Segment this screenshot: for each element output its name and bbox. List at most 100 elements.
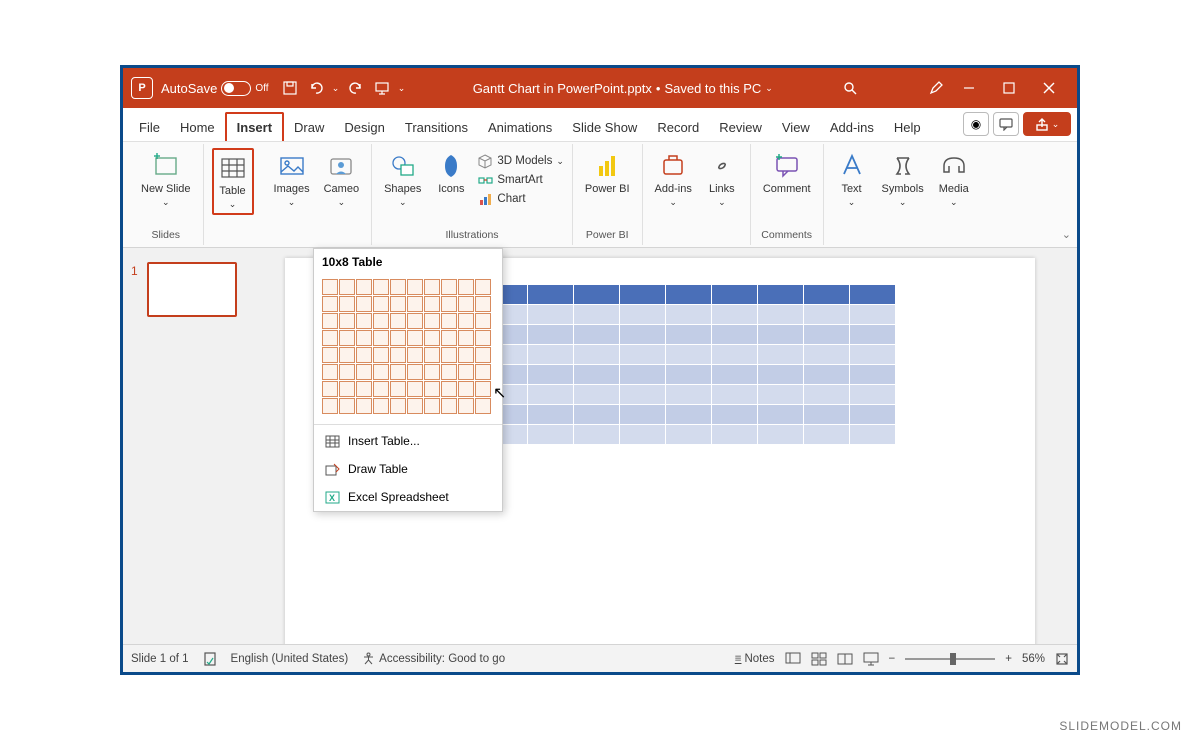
grid-cell[interactable] [458,330,474,346]
grid-cell[interactable] [424,279,440,295]
grid-cell[interactable] [356,330,372,346]
grid-cell[interactable] [356,296,372,312]
proofing-icon[interactable] [203,652,217,666]
grid-cell[interactable] [458,296,474,312]
notes-button[interactable]: ≡Notes [735,653,775,665]
powerbi-button[interactable]: Power BI [581,148,634,198]
grid-cell[interactable] [441,279,457,295]
grid-cell[interactable] [458,398,474,414]
tab-insert[interactable]: Insert [225,112,284,141]
grid-cell[interactable] [424,313,440,329]
grid-cell[interactable] [339,364,355,380]
grid-cell[interactable] [475,296,491,312]
undo-caret-icon[interactable]: ⌄ [329,75,343,101]
tab-transitions[interactable]: Transitions [395,114,478,141]
smartart-button[interactable]: SmartArt [477,171,564,189]
grid-cell[interactable] [424,364,440,380]
grid-cell[interactable] [339,381,355,397]
grid-cell[interactable] [441,330,457,346]
record-indicator-icon[interactable]: ◉ [963,112,989,136]
comments-pane-icon[interactable] [993,112,1019,136]
grid-cell[interactable] [475,381,491,397]
view-slideshow-icon[interactable] [863,652,879,666]
grid-cell[interactable] [356,364,372,380]
new-slide-button[interactable]: New Slide⌄ [137,148,195,211]
view-sorter-icon[interactable] [811,652,827,666]
draw-table-menuitem[interactable]: Draw Table [314,455,502,483]
grid-cell[interactable] [339,279,355,295]
language-indicator[interactable]: English (United States) [231,653,349,665]
tab-view[interactable]: View [772,114,820,141]
share-button[interactable]: ⌄ [1023,112,1071,136]
fit-to-window-icon[interactable] [1055,652,1069,666]
grid-cell[interactable] [458,381,474,397]
grid-cell[interactable] [390,313,406,329]
grid-cell[interactable] [322,313,338,329]
insert-table-menuitem[interactable]: Insert Table... [314,427,502,455]
save-icon[interactable] [277,75,303,101]
grid-cell[interactable] [458,279,474,295]
zoom-slider[interactable] [905,658,995,660]
grid-cell[interactable] [339,296,355,312]
grid-cell[interactable] [424,330,440,346]
grid-cell[interactable] [390,279,406,295]
grid-cell[interactable] [356,313,372,329]
collapse-ribbon-icon[interactable]: ⌄ [1062,228,1071,241]
grid-cell[interactable] [441,296,457,312]
tab-addins[interactable]: Add-ins [820,114,884,141]
grid-cell[interactable] [356,279,372,295]
grid-cell[interactable] [407,347,423,363]
zoom-level[interactable]: 56% [1022,653,1045,665]
grid-cell[interactable] [390,364,406,380]
grid-cell[interactable] [373,381,389,397]
grid-cell[interactable] [407,313,423,329]
chart-button[interactable]: Chart [477,190,564,208]
icons-button[interactable]: Icons [431,148,471,198]
grid-cell[interactable] [475,364,491,380]
grid-cell[interactable] [339,313,355,329]
grid-cell[interactable] [390,381,406,397]
tab-design[interactable]: Design [334,114,394,141]
zoom-out-button[interactable]: − [889,653,896,665]
tab-slideshow[interactable]: Slide Show [562,114,647,141]
grid-cell[interactable] [475,347,491,363]
document-title[interactable]: Gantt Chart in PowerPoint.pptx • Saved t… [409,81,837,96]
grid-cell[interactable] [441,347,457,363]
grid-cell[interactable] [322,296,338,312]
grid-cell[interactable] [407,364,423,380]
slide-thumbnail-1[interactable]: 1 [147,262,237,317]
grid-cell[interactable] [322,347,338,363]
grid-cell[interactable] [373,313,389,329]
slide-thumbnail-pane[interactable]: 1 [123,248,243,644]
grid-cell[interactable] [373,279,389,295]
view-reading-icon[interactable] [837,652,853,666]
grid-cell[interactable] [373,330,389,346]
accessibility-indicator[interactable]: Accessibility: Good to go [362,652,505,665]
grid-cell[interactable] [475,313,491,329]
grid-cell[interactable] [339,398,355,414]
pen-icon[interactable] [923,75,949,101]
addins-button[interactable]: Add-ins⌄ [651,148,696,211]
tab-draw[interactable]: Draw [284,114,334,141]
grid-cell[interactable] [356,381,372,397]
grid-cell[interactable] [424,347,440,363]
shapes-button[interactable]: Shapes⌄ [380,148,425,211]
view-normal-icon[interactable] [785,652,801,666]
grid-cell[interactable] [390,296,406,312]
grid-cell[interactable] [441,313,457,329]
table-button[interactable]: Table⌄ [212,148,254,215]
grid-cell[interactable] [424,381,440,397]
grid-cell[interactable] [390,398,406,414]
present-from-beginning-icon[interactable] [369,75,395,101]
media-button[interactable]: Media⌄ [934,148,974,211]
tab-file[interactable]: File [129,114,170,141]
grid-cell[interactable] [424,296,440,312]
search-icon[interactable] [837,75,863,101]
grid-cell[interactable] [424,398,440,414]
grid-cell[interactable] [407,398,423,414]
tab-help[interactable]: Help [884,114,931,141]
grid-cell[interactable] [356,398,372,414]
grid-cell[interactable] [322,279,338,295]
grid-cell[interactable] [441,364,457,380]
grid-cell[interactable] [458,313,474,329]
